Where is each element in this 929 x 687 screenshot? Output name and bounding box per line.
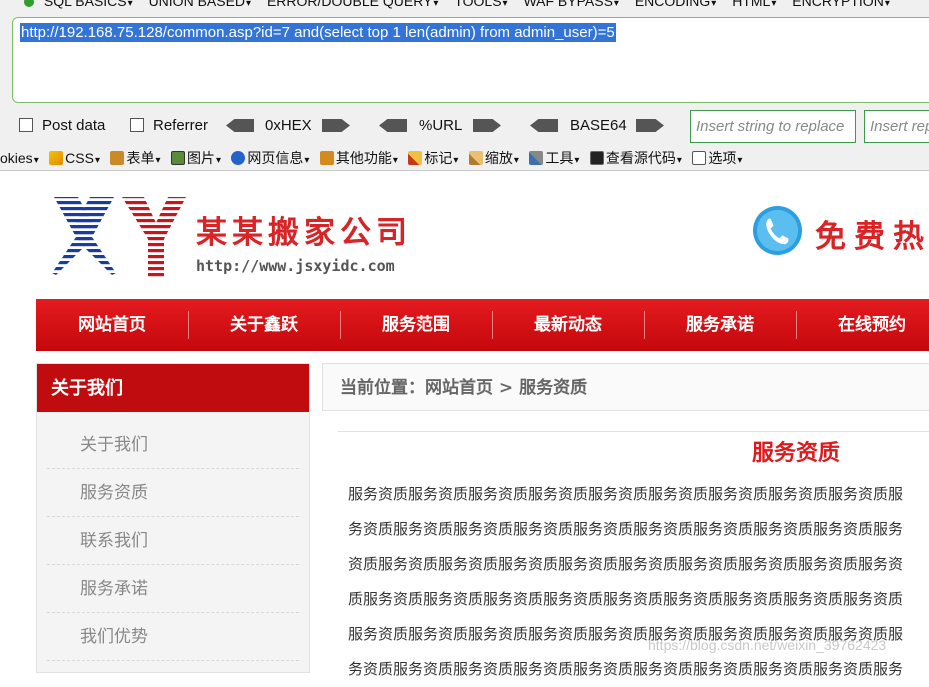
url-decode-arrow-icon[interactable] — [379, 119, 407, 132]
hackbar-menu: SQL BASICS UNION BASED ERROR/DOUBLE QUER… — [0, 0, 929, 9]
devbar-tools[interactable]: 工具 — [545, 146, 579, 170]
breadcrumb: 当前位置：网站首页 > 服务资质 — [340, 378, 588, 398]
outline-pencil-icon — [408, 151, 423, 165]
hotline-text: 免费热 — [815, 219, 929, 255]
misc-icon — [319, 151, 334, 165]
menu-encryption[interactable]: ENCRYPTION — [792, 0, 890, 9]
hex-label: 0xHEX — [265, 117, 312, 134]
article-line: 资质服务资质服务资质服务资质服务资质服务资质服务资质服务资质服务资质服务资 — [348, 555, 904, 573]
menu-tools[interactable]: TOOLS — [454, 0, 507, 9]
devbar-forms[interactable]: 表单 — [126, 146, 160, 170]
base64-label: BASE64 — [570, 117, 627, 134]
menu-encoding[interactable]: ENCODING — [635, 0, 716, 9]
devbar-resize[interactable]: 缩放 — [485, 146, 519, 170]
phone-icon — [752, 205, 803, 256]
sidebar-item-contact[interactable]: 联系我们 — [47, 517, 299, 565]
sidebar-item-promise[interactable]: 服务承诺 — [47, 565, 299, 613]
hackbar-options-row: Post data Referrer 0xHEX %URL BASE64 Ins… — [0, 110, 929, 144]
form-icon — [110, 151, 125, 165]
base64-decode-arrow-icon[interactable] — [530, 119, 558, 132]
hackbar-panel: SQL BASICS UNION BASED ERROR/DOUBLE QUER… — [0, 0, 929, 146]
tools-wrench-icon — [529, 151, 544, 165]
nav-about[interactable]: 关于鑫跃 — [188, 299, 340, 351]
image-icon — [170, 151, 185, 165]
css-icon — [49, 151, 64, 165]
options-icon — [692, 151, 707, 165]
article-line: 服务资质服务资质服务资质服务资质服务资质服务资质服务资质服务资质服务资质服 — [348, 485, 904, 503]
company-logo — [52, 197, 186, 277]
nav-services[interactable]: 服务范围 — [340, 299, 492, 351]
sidebar-list: 关于我们 服务资质 联系我们 服务承诺 我们优势 — [37, 421, 309, 661]
referrer-label: Referrer — [153, 117, 209, 134]
article-line: 务资质服务资质服务资质服务资质服务资质服务资质服务资质服务资质服务资质服务 — [348, 660, 904, 678]
devbar-images[interactable]: 图片 — [187, 146, 221, 170]
breadcrumb-bar: 当前位置：网站首页 > 服务资质 — [322, 363, 929, 411]
insert-string-input[interactable]: Insert string to replace — [690, 110, 856, 143]
view-source-icon — [589, 151, 604, 165]
sidebar-title: 关于我们 — [37, 364, 309, 412]
devbar-options[interactable]: 选项 — [708, 146, 742, 170]
hex-encode-arrow-icon[interactable] — [322, 119, 350, 132]
nav-home[interactable]: 网站首页 — [36, 299, 188, 351]
url-textarea[interactable]: http://192.168.75.128/common.asp?id=7 an… — [12, 17, 929, 103]
nav-booking[interactable]: 在线预约 — [796, 299, 929, 351]
load-url-icon[interactable] — [24, 0, 34, 8]
devbar-view-source[interactable]: 查看源代码 — [606, 146, 682, 170]
menu-sql-basics[interactable]: SQL BASICS — [44, 0, 133, 9]
devbar-css[interactable]: CSS — [65, 146, 100, 170]
info-icon — [231, 151, 246, 165]
sidebar-item-about[interactable]: 关于我们 — [47, 421, 299, 469]
content-divider — [338, 431, 929, 432]
devbar-page-info[interactable]: 网页信息 — [247, 146, 309, 170]
company-url: http://www.jsxyidc.com — [196, 257, 395, 275]
csdn-watermark: https://blog.csdn.net/weixin_39762423 — [648, 637, 887, 653]
post-data-checkbox[interactable] — [19, 118, 33, 132]
resize-ruler-icon — [468, 151, 483, 165]
menu-html[interactable]: HTML — [732, 0, 776, 9]
nav-promise[interactable]: 服务承诺 — [644, 299, 796, 351]
main-content: 当前位置：网站首页 > 服务资质 服务资质 服务资质服务资质服务资质服务资质服务… — [322, 363, 929, 678]
website-viewport: 某某搬家公司 http://www.jsxyidc.com 免费热 网站首页 关… — [0, 171, 929, 678]
post-data-label: Post data — [42, 117, 106, 134]
menu-waf-bypass[interactable]: WAF BYPASS — [523, 0, 619, 9]
article-line: 质服务资质服务资质服务资质服务资质服务资质服务资质服务资质服务资质服务资质 — [348, 590, 904, 608]
main-nav: 网站首页 关于鑫跃 服务范围 最新动态 服务承诺 在线预约 — [36, 299, 929, 351]
sidebar-item-qualification[interactable]: 服务资质 — [47, 469, 299, 517]
web-developer-toolbar: okies CSS 表单 图片 网页信息 其他功能 标记 缩放 工具 查看源代码… — [0, 146, 929, 170]
menu-error-double-query[interactable]: ERROR/DOUBLE QUERY — [267, 0, 438, 9]
url-text-selected: http://192.168.75.128/common.asp?id=7 an… — [20, 23, 616, 42]
referrer-checkbox[interactable] — [130, 118, 144, 132]
company-name: 某某搬家公司 — [196, 215, 412, 251]
devbar-cookies[interactable]: okies — [0, 146, 39, 170]
devbar-misc[interactable]: 其他功能 — [336, 146, 398, 170]
menu-union-based[interactable]: UNION BASED — [149, 0, 252, 9]
base64-encode-arrow-icon[interactable] — [636, 119, 664, 132]
article-body: 服务资质服务资质服务资质服务资质服务资质服务资质服务资质服务资质服务资质服 务资… — [348, 477, 928, 687]
sidebar: 关于我们 关于我们 服务资质 联系我们 服务承诺 我们优势 — [36, 363, 310, 673]
nav-news[interactable]: 最新动态 — [492, 299, 644, 351]
url-encode-arrow-icon[interactable] — [473, 119, 501, 132]
devbar-outline[interactable]: 标记 — [424, 146, 458, 170]
sidebar-item-advantages[interactable]: 我们优势 — [47, 613, 299, 661]
url-encode-label: %URL — [419, 117, 463, 134]
replacing-string-input[interactable]: Insert replacing string — [864, 110, 929, 143]
article-title: 服务资质 — [752, 440, 841, 466]
hex-decode-arrow-icon[interactable] — [226, 119, 254, 132]
article-line: 务资质服务资质服务资质服务资质服务资质服务资质服务资质服务资质服务资质服务 — [348, 520, 904, 538]
